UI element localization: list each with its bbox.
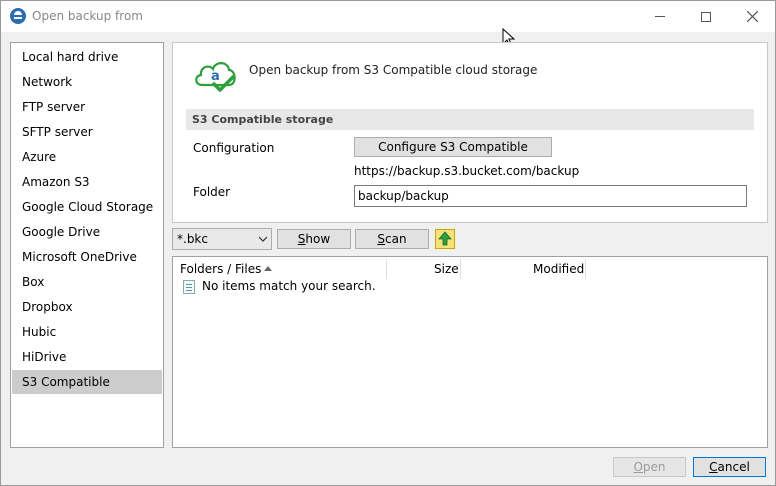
window-title: Open backup from (32, 9, 143, 23)
cancel-button[interactable]: Cancel (693, 457, 766, 477)
sidebar-item-google-cloud-storage[interactable]: Google Cloud Storage (12, 195, 162, 219)
sidebar-item-s3-compatible[interactable]: S3 Compatible (12, 370, 162, 394)
group-header: S3 Compatible storage (186, 109, 754, 130)
sidebar-item-network[interactable]: Network (12, 70, 162, 94)
column-header-modified[interactable]: Modified (533, 260, 584, 278)
app-logo-icon (10, 8, 26, 24)
folder-input[interactable]: backup/backup (354, 185, 747, 207)
close-button[interactable] (729, 1, 775, 32)
scan-button-label: can (385, 232, 407, 246)
document-icon (183, 280, 195, 294)
storage-type-list: Local hard drive Network FTP server SFTP… (10, 42, 164, 448)
scan-button-mnemonic: S (377, 232, 386, 246)
svg-text:a: a (211, 69, 220, 84)
open-button[interactable]: Open (613, 457, 686, 477)
column-header-folders-files[interactable]: Folders / Files (180, 260, 273, 278)
close-icon (746, 11, 758, 22)
scan-button[interactable]: Scan (355, 229, 429, 249)
file-filter-value: *.bkc (177, 232, 208, 246)
maximize-icon (701, 11, 711, 22)
open-button-mnemonic: O (633, 460, 643, 474)
cancel-button-label: ancel (717, 460, 750, 474)
sidebar-item-amazon-s3[interactable]: Amazon S3 (12, 170, 162, 194)
sidebar-item-ftp-server[interactable]: FTP server (12, 95, 162, 119)
sidebar-item-google-drive[interactable]: Google Drive (12, 220, 162, 244)
empty-list-message: No items match your search. (202, 279, 376, 293)
column-separator[interactable] (460, 259, 461, 279)
storage-settings-panel: a Open backup from S3 Compatible cloud s… (172, 42, 768, 223)
chevron-down-icon (259, 236, 267, 242)
parent-folder-button[interactable] (435, 229, 455, 249)
column-separator[interactable] (585, 259, 586, 279)
column-separator[interactable] (386, 259, 387, 279)
title-bar: Open backup from (1, 1, 775, 32)
file-list[interactable]: Folders / Files Size Modified No items m… (172, 256, 768, 448)
show-button[interactable]: Show (277, 229, 351, 249)
dialog-window: Open backup from Local hard drive Networ… (0, 0, 776, 486)
folder-label: Folder (193, 185, 231, 199)
configuration-label: Configuration (193, 141, 275, 155)
open-button-label: pen (642, 460, 666, 474)
sidebar-item-hidrive[interactable]: HiDrive (12, 345, 162, 369)
cancel-button-mnemonic: C (709, 460, 718, 474)
file-filter-select[interactable]: *.bkc (172, 228, 272, 250)
sidebar-item-local-hard-drive[interactable]: Local hard drive (12, 45, 162, 69)
minimize-button[interactable] (637, 1, 683, 32)
sidebar-item-box[interactable]: Box (12, 270, 162, 294)
sidebar-item-azure[interactable]: Azure (12, 145, 162, 169)
show-button-label: how (305, 232, 331, 246)
sidebar-item-sftp-server[interactable]: SFTP server (12, 120, 162, 144)
sidebar-item-dropbox[interactable]: Dropbox (12, 295, 162, 319)
cloud-check-icon: a (195, 62, 236, 92)
minimize-icon (655, 16, 665, 17)
configure-s3-button[interactable]: Configure S3 Compatible (354, 137, 552, 157)
column-header-name-label: Folders / Files (180, 262, 262, 276)
column-header-size[interactable]: Size (434, 260, 459, 278)
storage-url: https://backup.s3.bucket.com/backup (354, 164, 580, 178)
sidebar-item-microsoft-onedrive[interactable]: Microsoft OneDrive (12, 245, 162, 269)
sort-ascending-icon (264, 266, 273, 271)
panel-heading: Open backup from S3 Compatible cloud sto… (249, 63, 538, 77)
up-arrow-icon (438, 231, 452, 246)
sidebar-item-hubic[interactable]: Hubic (12, 320, 162, 344)
maximize-button[interactable] (683, 1, 729, 32)
